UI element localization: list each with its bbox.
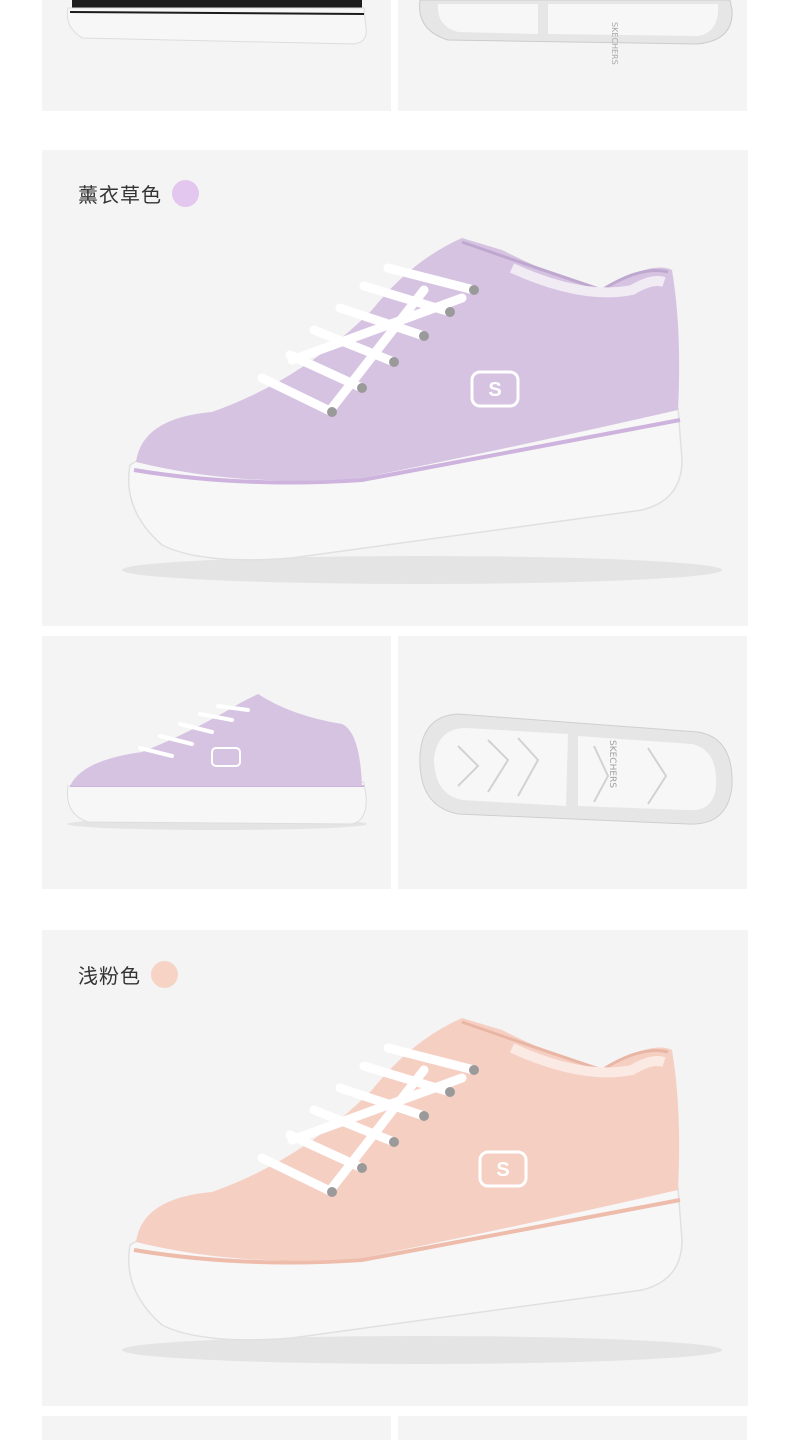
lavender-side-upper <box>70 694 362 786</box>
svg-text:S: S <box>496 1159 509 1181</box>
lavender-sole-brand: SKECHERS <box>607 740 617 788</box>
sole-brand-text: SKECHERS <box>610 22 619 65</box>
lavender-outsole-panel: SKECHERS <box>398 636 747 889</box>
lavender-shoe-illustration: S <box>122 238 722 584</box>
black-side-view-panel <box>42 0 391 111</box>
pink-side-view-panel-cropped <box>42 1416 391 1440</box>
lavender-side-view-panel <box>42 636 391 889</box>
svg-text:S: S <box>488 379 501 401</box>
pink-outsole-panel-cropped <box>398 1416 747 1440</box>
lavender-hero-panel: 薰衣草色 S <box>42 150 748 626</box>
lavender-side-sole <box>66 781 367 825</box>
black-outsole-panel: SKECHERS <box>398 0 747 111</box>
pink-hero-panel: 浅粉色 S <box>42 930 748 1406</box>
pink-shoe-illustration: S <box>122 1018 722 1364</box>
